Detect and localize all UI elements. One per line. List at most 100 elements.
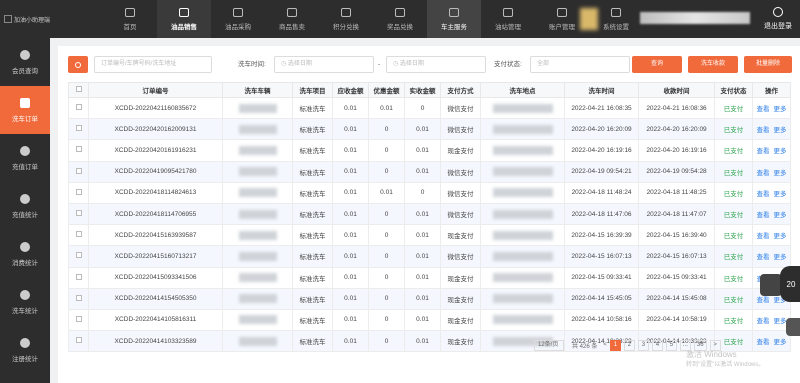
- nav-item-6[interactable]: 车主服务: [427, 0, 481, 38]
- table-row[interactable]: XCDD-20220415163939587 标准洗车 0.01 0 0.01 现金支付 2…: [68, 224, 791, 247]
- query-button[interactable]: 查询: [632, 56, 682, 73]
- more-link[interactable]: 更多: [774, 127, 787, 134]
- floating-widget[interactable]: [760, 274, 782, 296]
- row-select-cell[interactable]: [68, 139, 89, 162]
- nav-item-7[interactable]: 油站管理: [481, 0, 535, 38]
- select-all-cell[interactable]: [68, 82, 89, 98]
- table-row[interactable]: XCDD-20220420162009131 标准洗车 0.01 0 0.01 微信支付 2…: [68, 118, 791, 141]
- table-row[interactable]: XCDD-20220414154505350 标准洗车 0.01 0 0.01 现金支付 2…: [68, 287, 791, 310]
- row-checkbox[interactable]: [75, 146, 82, 153]
- page-button[interactable]: 1: [609, 339, 621, 351]
- end-date-input[interactable]: ◷ 选择日期: [386, 56, 486, 73]
- table-row[interactable]: XCDD-20220421160835672 标准洗车 0.01 0.01 0 微信支付 2…: [68, 96, 791, 120]
- row-select-cell[interactable]: [68, 96, 89, 120]
- floating-avatar[interactable]: [786, 318, 800, 336]
- page-button[interactable]: 36: [693, 339, 707, 351]
- row-checkbox[interactable]: [75, 188, 82, 195]
- row-select-cell[interactable]: [68, 160, 89, 183]
- table-row[interactable]: XCDD-20220418114824613 标准洗车 0.01 0.01 0 微信支付 2…: [68, 181, 791, 204]
- more-link[interactable]: 更多: [774, 339, 787, 346]
- search-button[interactable]: [68, 56, 88, 73]
- nav-item-1[interactable]: 油品销售: [157, 0, 211, 38]
- view-link[interactable]: 查看: [757, 170, 770, 177]
- row-checkbox[interactable]: [75, 231, 82, 238]
- table-row[interactable]: XCDD-20220419095421780 标准洗车 0.01 0 0.01 微信支付 2…: [68, 160, 791, 183]
- nav-item-4[interactable]: 积分兑换: [319, 0, 373, 38]
- view-link[interactable]: 查看: [757, 148, 770, 155]
- row-checkbox[interactable]: [75, 125, 82, 132]
- nav-item-5[interactable]: 奖品兑换: [373, 0, 427, 38]
- vehicle-redacted: [238, 167, 277, 177]
- collect-button[interactable]: 洗车收款: [688, 56, 738, 73]
- sidebar-item-3[interactable]: 充值统计: [0, 182, 50, 230]
- view-link[interactable]: 查看: [757, 318, 770, 325]
- more-link[interactable]: 更多: [774, 106, 787, 113]
- more-link[interactable]: 更多: [774, 148, 787, 155]
- nav-item-0[interactable]: 首页: [103, 0, 157, 38]
- sidebar-item-4[interactable]: 消费统计: [0, 230, 50, 278]
- more-link[interactable]: 更多: [774, 191, 787, 198]
- keyword-input[interactable]: 订单编号/车牌号码/洗车地址: [94, 56, 212, 73]
- row-checkbox[interactable]: [75, 337, 82, 344]
- nav-item-2[interactable]: 油品采购: [211, 0, 265, 38]
- app-logo[interactable]: 加油小助理端: [0, 0, 58, 38]
- view-link[interactable]: 查看: [757, 106, 770, 113]
- sidebar-item-2[interactable]: 充值订单: [0, 134, 50, 182]
- row-checkbox[interactable]: [75, 273, 82, 280]
- row-select-cell[interactable]: [68, 181, 89, 204]
- row-checkbox[interactable]: [75, 167, 82, 174]
- nav-item-3[interactable]: 商品售卖: [265, 0, 319, 38]
- view-link[interactable]: 查看: [757, 233, 770, 240]
- row-select-cell[interactable]: [68, 245, 89, 268]
- page-button[interactable]: 5: [665, 339, 677, 351]
- page-button[interactable]: 3: [637, 339, 649, 351]
- view-link[interactable]: 查看: [757, 297, 770, 304]
- view-link[interactable]: 查看: [757, 191, 770, 198]
- due-amount: 0.01: [332, 160, 369, 183]
- view-link[interactable]: 查看: [757, 254, 770, 261]
- row-checkbox[interactable]: [75, 315, 82, 322]
- row-select-cell[interactable]: [68, 330, 89, 353]
- row-checkbox[interactable]: [75, 252, 82, 259]
- table-row[interactable]: XCDD-20220415160713217 标准洗车 0.01 0 0.01 微信支付 2…: [68, 245, 791, 268]
- more-link[interactable]: 更多: [774, 212, 787, 219]
- sidebar-item-0[interactable]: 会员查询: [0, 38, 50, 86]
- table-row[interactable]: XCDD-20220414105816311 标准洗车 0.01 0 0.01 现金支付 2…: [68, 308, 791, 332]
- row-select-cell[interactable]: [68, 202, 89, 226]
- table-row[interactable]: XCDD-20220415093341506 标准洗车 0.01 0 0.01 现金支付 2…: [68, 266, 791, 289]
- sidebar-item-5[interactable]: 洗车统计: [0, 278, 50, 326]
- row-checkbox[interactable]: [75, 104, 82, 111]
- pay-status-select[interactable]: 全部: [530, 56, 630, 73]
- more-link[interactable]: 更多: [774, 318, 787, 325]
- more-link[interactable]: 更多: [774, 254, 787, 261]
- view-link[interactable]: 查看: [757, 127, 770, 134]
- page-size-select[interactable]: 12条/页: [534, 339, 564, 351]
- sidebar-item-6[interactable]: 注册统计: [0, 326, 50, 374]
- more-link[interactable]: 更多: [774, 233, 787, 240]
- view-link[interactable]: 查看: [757, 212, 770, 219]
- row-select-cell[interactable]: [68, 224, 89, 247]
- table-row[interactable]: XCDD-20220420161916231 标准洗车 0.01 0 0.01 现金支付 2…: [68, 139, 791, 162]
- sidebar-item-1[interactable]: 洗车订单: [0, 86, 50, 134]
- page-button[interactable]: 4: [651, 339, 663, 351]
- next-page-icon[interactable]: >: [709, 339, 721, 351]
- prev-page-icon[interactable]: <: [603, 342, 607, 348]
- user-info[interactable]: [580, 6, 750, 32]
- row-select-cell[interactable]: [68, 266, 89, 289]
- floating-badge[interactable]: 20: [780, 266, 800, 302]
- table-row[interactable]: XCDD-20220418114706955 标准洗车 0.01 0 0.01 微信支付 2…: [68, 202, 791, 226]
- more-link[interactable]: 更多: [774, 170, 787, 177]
- start-date-input[interactable]: ◷ 选择日期: [274, 56, 374, 73]
- wash-item: 标准洗车: [292, 181, 333, 204]
- row-checkbox[interactable]: [75, 294, 82, 301]
- select-all-checkbox[interactable]: [75, 86, 82, 92]
- page-button[interactable]: 2: [623, 339, 635, 351]
- row-select-cell[interactable]: [68, 118, 89, 141]
- page-button[interactable]: ...: [679, 339, 691, 351]
- row-select-cell[interactable]: [68, 287, 89, 310]
- batch-delete-button[interactable]: 批量删除: [744, 56, 792, 73]
- view-link[interactable]: 查看: [757, 339, 770, 346]
- row-select-cell[interactable]: [68, 308, 89, 332]
- row-checkbox[interactable]: [75, 210, 82, 217]
- logout-button[interactable]: 退出登录: [756, 0, 800, 38]
